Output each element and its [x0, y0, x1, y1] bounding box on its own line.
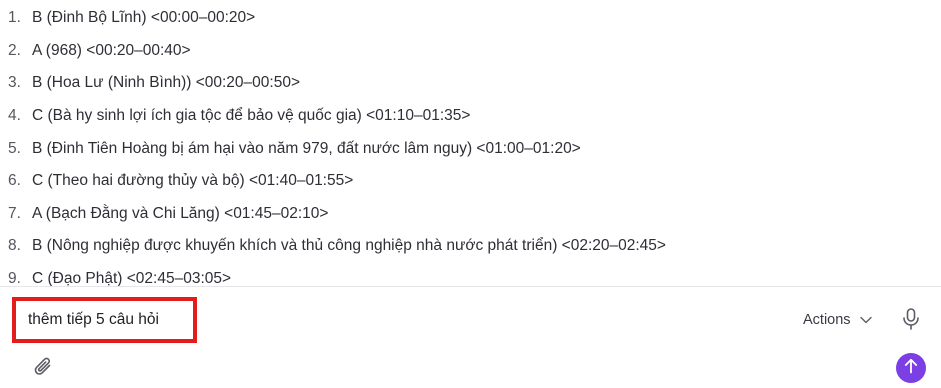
list-item: 5. B (Đinh Tiên Hoàng bị ám hại vào năm 9…	[8, 132, 933, 165]
paperclip-icon	[34, 356, 54, 383]
list-item: 8. B (Nông nghiệp được khuyến khích và th…	[8, 230, 933, 263]
send-button[interactable]	[896, 353, 926, 383]
item-number: 7.	[8, 204, 21, 222]
attach-button[interactable]	[32, 357, 56, 381]
item-number: 6.	[8, 172, 21, 190]
item-number: 2.	[8, 41, 21, 59]
list-item: 7. A (Bạch Đằng và Chi Lăng) <01:45–02:10…	[8, 198, 933, 231]
actions-label: Actions	[803, 312, 851, 328]
microphone-button[interactable]	[900, 307, 922, 335]
arrow-up-icon	[904, 358, 918, 379]
list-item: 6. C (Theo hai đường thủy và bộ) <01:40–0…	[8, 165, 933, 198]
answer-list: 1. B (Đinh Bộ Lĩnh) <00:00–00:20> 2. A (96…	[8, 2, 933, 286]
item-text: A (968) <00:20–00:40>	[32, 41, 191, 59]
item-text: B (Nông nghiệp được khuyến khích và thủ …	[32, 237, 666, 255]
message-composer: thêm tiếp 5 câu hỏi Actions	[0, 286, 941, 388]
item-number: 5.	[8, 139, 21, 157]
item-text: B (Đinh Tiên Hoàng bị ám hại vào năm 979…	[32, 139, 581, 157]
item-number: 3.	[8, 74, 21, 92]
item-number: 1.	[8, 9, 21, 27]
item-text: B (Đinh Bộ Lĩnh) <00:00–00:20>	[32, 9, 256, 27]
actions-dropdown[interactable]: Actions	[803, 309, 872, 331]
item-text: C (Bà hy sinh lợi ích gia tộc để bảo vệ …	[32, 107, 471, 125]
list-item: 2. A (968) <00:20–00:40>	[8, 35, 933, 68]
answer-panel: 1. B (Đinh Bộ Lĩnh) <00:00–00:20> 2. A (96…	[0, 0, 941, 286]
list-item: 9. C (Đạo Phật) <02:45–03:05>	[8, 263, 933, 286]
list-item: 1. B (Đinh Bộ Lĩnh) <00:00–00:20>	[8, 2, 933, 35]
chevron-down-icon	[859, 316, 872, 324]
list-item: 4. C (Bà hy sinh lợi ích gia tộc để bảo v…	[8, 100, 933, 133]
item-number: 8.	[8, 237, 21, 255]
chat-window: 1. B (Đinh Bộ Lĩnh) <00:00–00:20> 2. A (96…	[0, 0, 941, 388]
list-item: 3. B (Hoa Lư (Ninh Bình)) <00:20–00:50>	[8, 67, 933, 100]
item-text: C (Theo hai đường thủy và bộ) <01:40–01:…	[32, 172, 354, 190]
item-text: C (Đạo Phật) <02:45–03:05>	[32, 270, 232, 286]
message-input[interactable]: thêm tiếp 5 câu hỏi	[12, 297, 197, 343]
message-input-value: thêm tiếp 5 câu hỏi	[28, 311, 159, 328]
item-number: 4.	[8, 107, 21, 125]
microphone-icon	[902, 307, 920, 335]
item-number: 9.	[8, 270, 21, 286]
item-text: A (Bạch Đằng và Chi Lăng) <01:45–02:10>	[32, 204, 329, 222]
item-text: B (Hoa Lư (Ninh Bình)) <00:20–00:50>	[32, 74, 301, 92]
